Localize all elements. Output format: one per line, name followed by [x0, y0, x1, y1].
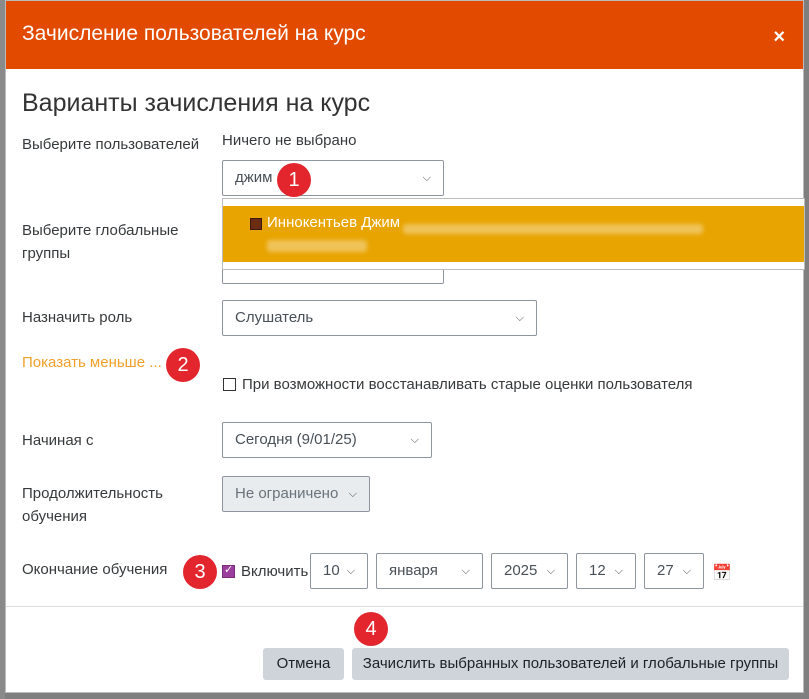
end-hour-value: 12 [589, 562, 606, 579]
end-month-select[interactable]: января ⌵ [376, 553, 483, 589]
chevron-down-icon: ⌵ [348, 488, 357, 500]
start-value: Сегодня (9/01/25) [235, 431, 357, 448]
enrol-submit-button[interactable]: Зачислить выбранных пользователей и глоб… [352, 648, 789, 680]
chevron-down-icon: ⌵ [346, 565, 355, 577]
blurred-email [403, 224, 703, 234]
recover-grades-label: При возможности восстанавливать старые о… [242, 376, 693, 393]
footer-divider [6, 606, 803, 607]
step-badge-4: 4 [354, 612, 388, 646]
duration-label: Продолжительность обучения [22, 482, 163, 528]
recover-grades-checkbox[interactable] [223, 378, 236, 391]
suggestion-name: Иннокентьев Джим [267, 214, 401, 231]
avatar [250, 218, 262, 230]
end-minute-select[interactable]: 27 ⌵ [644, 553, 704, 589]
section-title: Варианты зачисления на курс [22, 89, 371, 117]
end-minute-value: 27 [657, 562, 674, 579]
chevron-down-icon: ⌵ [515, 312, 524, 324]
global-groups-label-line2: группы [22, 245, 71, 262]
modal-header: Зачисление пользователей на курс × [6, 1, 803, 69]
modal-title: Зачисление пользователей на курс [22, 22, 366, 45]
start-select[interactable]: Сегодня (9/01/25) ⌵ [222, 422, 432, 458]
role-label: Назначить роль [22, 309, 133, 326]
chevron-down-icon: ⌵ [422, 172, 431, 184]
role-value: Слушатель [235, 309, 314, 326]
close-button[interactable]: × [773, 27, 785, 47]
duration-label-line1: Продолжительность [22, 485, 163, 502]
end-year-value: 2025 [504, 562, 538, 579]
calendar-icon[interactable]: 📅 [712, 563, 732, 583]
global-groups-label-line1: Выберите глобальные [22, 222, 179, 239]
end-day-select[interactable]: 10 ⌵ [310, 553, 368, 589]
suggestion-item[interactable]: Иннокентьев Джим [223, 206, 804, 262]
duration-label-line2: обучения [22, 508, 88, 525]
end-label: Окончание обучения [22, 561, 168, 578]
show-less-link[interactable]: Показать меньше ... [22, 354, 162, 371]
chevron-down-icon: ⌵ [614, 565, 623, 577]
select-users-label: Выберите пользователей [22, 136, 200, 153]
end-year-select[interactable]: 2025 ⌵ [491, 553, 568, 589]
step-badge-1: 1 [277, 163, 311, 197]
role-select[interactable]: Слушатель ⌵ [222, 300, 537, 336]
cancel-button[interactable]: Отмена [263, 648, 344, 680]
users-search-input[interactable]: джим ⌵ [222, 160, 444, 196]
chevron-down-icon: ⌵ [682, 565, 691, 577]
users-search-value: джим [235, 169, 273, 186]
enrol-users-modal: Зачисление пользователей на курс × Вариа… [5, 0, 805, 693]
global-groups-label: Выберите глобальные группы [22, 219, 178, 265]
start-label: Начиная с [22, 432, 94, 449]
chevron-down-icon: ⌵ [546, 565, 555, 577]
end-enable-label: Включить [241, 563, 309, 580]
user-suggestions-list: Иннокентьев Джим [222, 198, 805, 270]
blurred-info [267, 240, 367, 252]
end-enable-row[interactable]: Включить [222, 563, 308, 580]
recover-grades-row[interactable]: При возможности восстанавливать старые о… [223, 376, 692, 393]
step-badge-3: 3 [183, 555, 217, 589]
end-month-value: января [389, 562, 438, 579]
selection-status: Ничего не выбрано [222, 132, 357, 149]
step-badge-2: 2 [166, 348, 200, 382]
end-day-value: 10 [323, 562, 340, 579]
chevron-down-icon: ⌵ [461, 565, 470, 577]
duration-value: Не ограничено [235, 485, 339, 502]
end-enable-checkbox[interactable] [222, 563, 235, 578]
end-hour-select[interactable]: 12 ⌵ [576, 553, 636, 589]
chevron-down-icon: ⌵ [410, 434, 419, 446]
duration-select[interactable]: Не ограничено ⌵ [222, 476, 370, 512]
